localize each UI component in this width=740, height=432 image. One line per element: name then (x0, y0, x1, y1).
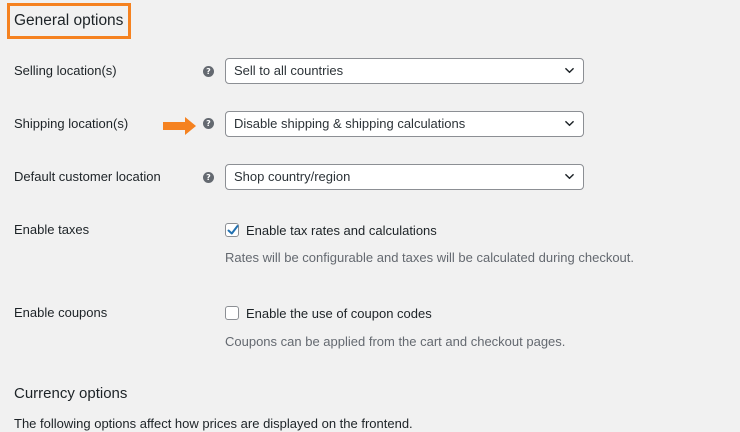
enable-taxes-description: Rates will be configurable and taxes wil… (225, 250, 635, 265)
help-icon[interactable]: ? (203, 118, 214, 129)
enable-taxes-checkbox[interactable] (225, 223, 239, 237)
default-customer-location-value: Shop country/region (234, 169, 351, 184)
enable-coupons-description: Coupons can be applied from the cart and… (225, 334, 566, 349)
selling-location-select[interactable]: Sell to all countries (225, 58, 584, 84)
orange-arrow-icon (163, 117, 196, 135)
help-icon[interactable]: ? (203, 66, 214, 77)
chevron-down-icon (565, 67, 574, 74)
enable-coupons-checkbox[interactable] (225, 306, 239, 320)
default-customer-location-select[interactable]: Shop country/region (225, 164, 584, 190)
chevron-down-icon (565, 120, 574, 127)
currency-options-title: Currency options (14, 385, 128, 402)
shipping-location-select[interactable]: Disable shipping & shipping calculations (225, 111, 584, 137)
general-options-heading: General options (7, 3, 131, 39)
checkmark-icon (227, 225, 239, 235)
selling-location-label: Selling location(s) (14, 63, 117, 78)
enable-taxes-label: Enable taxes (14, 222, 90, 237)
default-customer-location-label: Default customer location (14, 169, 161, 184)
shipping-location-label: Shipping location(s) (14, 116, 129, 131)
general-options-title: General options (14, 12, 124, 29)
selling-location-value: Sell to all countries (234, 63, 344, 78)
enable-coupons-checkbox-label[interactable]: Enable the use of coupon codes (246, 306, 432, 322)
chevron-down-icon (565, 173, 574, 180)
currency-options-intro: The following options affect how prices … (14, 416, 413, 431)
enable-taxes-checkbox-label[interactable]: Enable tax rates and calculations (246, 223, 437, 239)
shipping-location-value: Disable shipping & shipping calculations (234, 116, 466, 131)
help-icon[interactable]: ? (203, 172, 214, 183)
enable-coupons-label: Enable coupons (14, 305, 108, 320)
